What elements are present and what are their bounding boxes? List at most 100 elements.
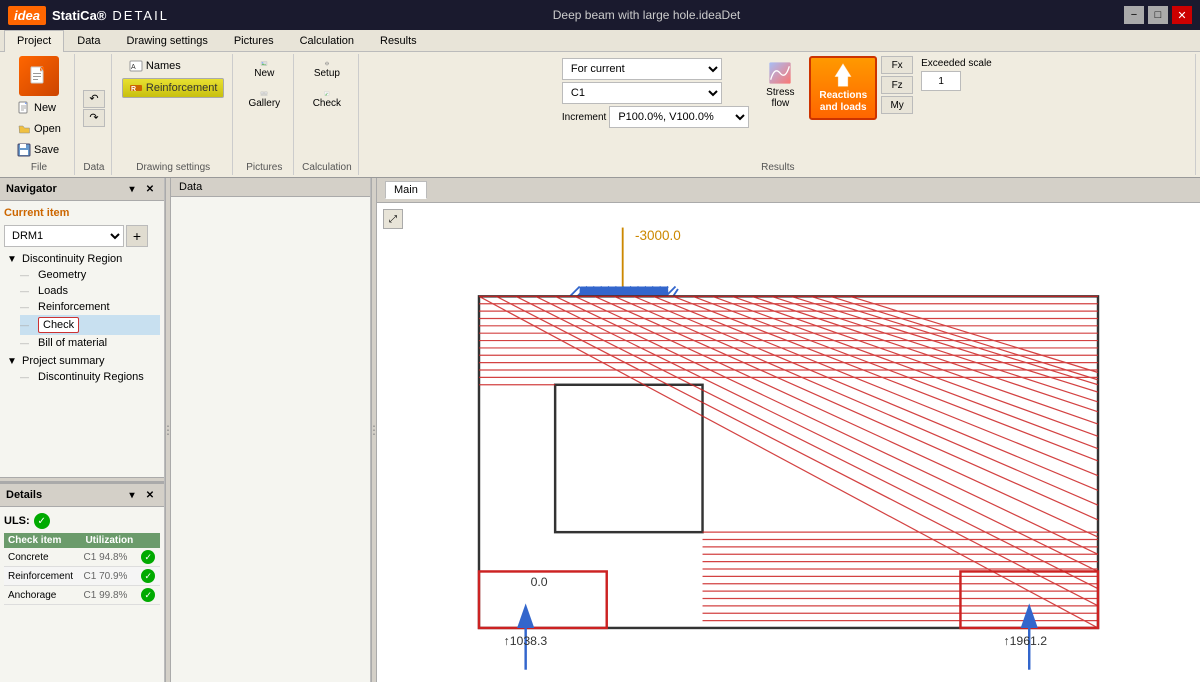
tree-line-geometry: — — [20, 270, 34, 280]
tree-item-project-summary[interactable]: ▼ Project summary — [4, 353, 160, 369]
title-bar-left: idea StatiCa® DETAIL — [8, 6, 169, 25]
check-item-code: C1 70.9% — [80, 567, 138, 586]
gallery-button[interactable]: Gallery — [241, 86, 287, 114]
undo-redo-group: ↶ ↷ — [83, 90, 105, 127]
close-button[interactable]: ✕ — [1172, 6, 1192, 24]
check-nav-label: Check — [38, 317, 79, 333]
setup-button[interactable]: Setup — [305, 56, 349, 84]
tree-child-loads: — Loads — [4, 283, 160, 299]
center-data-panel: Data — [171, 178, 371, 682]
check-calc-label: Check — [313, 98, 341, 109]
check-calc-button[interactable]: Check — [305, 86, 349, 114]
main-tab-item[interactable]: Main — [385, 181, 427, 199]
reactions-loads-button[interactable]: Reactions and loads — [809, 56, 877, 120]
my-button[interactable]: My — [881, 96, 913, 114]
reinforcement-label: Reinforcement — [146, 82, 218, 94]
logo: idea — [8, 6, 46, 25]
navigator-header-icons: ▾ ✕ — [124, 181, 158, 197]
tree-item-loads[interactable]: — Loads — [20, 283, 160, 299]
exceeded-scale-input[interactable] — [921, 71, 961, 91]
details-content: ULS: ✓ Check item Utilization Concrete C… — [0, 507, 164, 609]
check-item-status: ✓ — [137, 548, 160, 567]
redo-button[interactable]: ↷ — [83, 109, 105, 127]
disc-regions-label: Discontinuity Regions — [38, 371, 144, 383]
geometry-label: Geometry — [38, 269, 86, 281]
tree-item-discontinuity-region[interactable]: ▼ Discontinuity Region — [4, 251, 160, 267]
for-current-dropdown[interactable]: For current — [562, 58, 722, 80]
maximize-button[interactable]: □ — [1148, 6, 1168, 24]
title-bar: idea StatiCa® DETAIL Deep beam with larg… — [0, 0, 1200, 30]
open-label: Open — [34, 123, 61, 135]
tree-line-loads: — — [20, 286, 34, 296]
file-icon-button[interactable] — [19, 56, 59, 96]
add-item-button[interactable]: + — [126, 225, 148, 247]
nav-dropdown-row: DRM1 + — [4, 225, 160, 247]
table-row: Concrete C1 94.8% ✓ — [4, 548, 160, 567]
current-item-dropdown[interactable]: DRM1 — [4, 225, 124, 247]
tree-item-disc-regions[interactable]: — Discontinuity Regions — [20, 369, 160, 385]
ribbon-content: New Open Save File ↶ — [0, 52, 1200, 177]
tab-results[interactable]: Results — [367, 30, 430, 51]
svg-text:A: A — [131, 64, 136, 71]
navigator-pin-button[interactable]: ▾ — [124, 181, 140, 197]
new-picture-label: New — [254, 68, 274, 79]
tree-item-bill[interactable]: — Bill of material — [20, 335, 160, 351]
app-detail: DETAIL — [112, 8, 169, 23]
details-header-icons: ▾ ✕ — [124, 487, 158, 503]
open-button[interactable]: Open — [10, 119, 68, 139]
left-panels: Navigator ▾ ✕ Current item DRM1 + — [0, 178, 165, 682]
fx-button[interactable]: Fx — [881, 56, 913, 74]
title-controls: − □ ✕ — [1124, 6, 1192, 24]
expand-canvas-button[interactable]: ⤢ — [383, 209, 403, 229]
bill-label: Bill of material — [38, 337, 107, 349]
tab-calculation[interactable]: Calculation — [287, 30, 367, 51]
group-calculation-label: Calculation — [302, 160, 351, 173]
tree-item-geometry[interactable]: — Geometry — [20, 267, 160, 283]
uls-row: ULS: ✓ — [4, 511, 160, 531]
save-button[interactable]: Save — [10, 140, 68, 160]
nav-tree: ▼ Discontinuity Region — Geometry — Load… — [4, 251, 160, 385]
tree-child-geometry: — Geometry — [4, 267, 160, 283]
check-table-header-util: Utilization — [80, 533, 138, 548]
reinforcement-nav-label: Reinforcement — [38, 301, 110, 313]
group-drawing-label: Drawing settings — [136, 160, 210, 173]
minimize-button[interactable]: − — [1124, 6, 1144, 24]
names-label: Names — [146, 60, 181, 72]
tab-drawing-settings[interactable]: Drawing settings — [114, 30, 221, 51]
navigator-panel: Navigator ▾ ✕ Current item DRM1 + — [0, 178, 164, 477]
names-button[interactable]: A Names — [122, 56, 188, 76]
check-item-name: Reinforcement — [4, 567, 80, 586]
ribbon-tabs: Project Data Drawing settings Pictures C… — [0, 30, 1200, 52]
increment-dropdown[interactable]: P100.0%, V100.0% — [609, 106, 749, 128]
tree-line-check: — — [20, 320, 34, 330]
details-pin-button[interactable]: ▾ — [124, 487, 140, 503]
check-item-name: Concrete — [4, 548, 80, 567]
canvas-area: Main ⤢ -3000.0 — [377, 178, 1200, 682]
fz-button[interactable]: Fz — [881, 76, 913, 94]
undo-button[interactable]: ↶ — [83, 90, 105, 108]
new-button[interactable]: New — [10, 98, 68, 118]
stress-flow-button[interactable]: Stress flow — [755, 56, 805, 114]
navigator-close-button[interactable]: ✕ — [142, 181, 158, 197]
main-area: Navigator ▾ ✕ Current item DRM1 + — [0, 178, 1200, 682]
check-item-status: ✓ — [137, 586, 160, 605]
combo-dropdown[interactable]: C1 — [562, 82, 722, 104]
ribbon: Project Data Drawing settings Pictures C… — [0, 30, 1200, 178]
tab-data[interactable]: Data — [64, 30, 113, 51]
data-tab[interactable]: Data — [171, 178, 370, 197]
results-small-buttons: Fx Fz My — [881, 56, 913, 114]
navigator-title: Navigator — [6, 183, 57, 195]
tree-child-check: — Check — [4, 315, 160, 335]
expand-icon-project[interactable]: ▼ — [6, 355, 18, 367]
reinforcement-button[interactable]: R Reinforcement — [122, 78, 225, 98]
expand-icon-discontinuity[interactable]: ▼ — [6, 253, 18, 265]
discontinuity-region-label: Discontinuity Region — [22, 253, 122, 265]
new-picture-button[interactable]: New — [242, 56, 286, 84]
tree-item-check[interactable]: — Check — [20, 315, 160, 335]
tab-pictures[interactable]: Pictures — [221, 30, 287, 51]
group-file: New Open Save File — [4, 54, 75, 175]
details-close-button[interactable]: ✕ — [142, 487, 158, 503]
group-results-label: Results — [761, 160, 794, 173]
tab-project[interactable]: Project — [4, 30, 64, 52]
tree-item-reinforcement[interactable]: — Reinforcement — [20, 299, 160, 315]
